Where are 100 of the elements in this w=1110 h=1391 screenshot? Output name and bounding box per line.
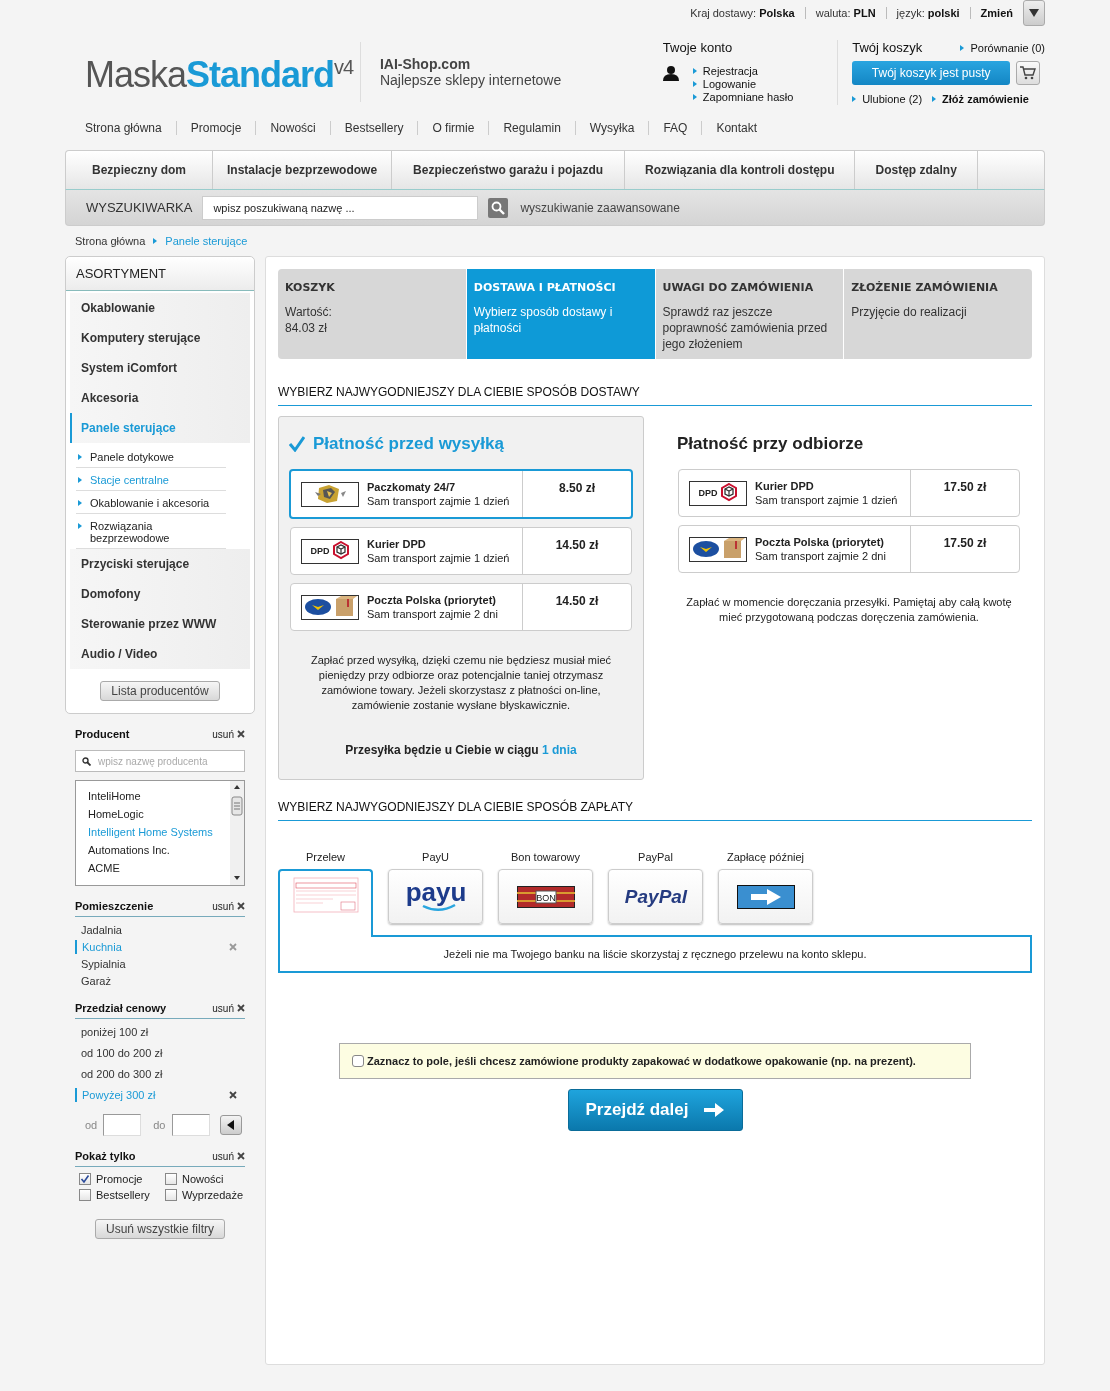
- scrollbar[interactable]: [230, 781, 244, 885]
- payment-tile[interactable]: BON: [498, 869, 593, 924]
- section-heading: WYBIERZ NAJWYGODNIEJSZY DLA CIEBIE SPOSÓB DOSTAWY: [278, 385, 1032, 406]
- cart-icon-button[interactable]: [1016, 61, 1041, 85]
- logo-text: DPD: [698, 488, 718, 498]
- filter-option[interactable]: poniżej 100 zł: [75, 1025, 245, 1039]
- step-title: DOSTAWA I PŁATNOŚCI: [473, 281, 617, 294]
- category-item[interactable]: Przyciski sterujące: [70, 549, 250, 579]
- clear-icon[interactable]: [229, 1091, 237, 1099]
- cart-title: Twój koszyk: [852, 40, 923, 55]
- category-item[interactable]: Domofony: [70, 579, 250, 609]
- group-note: Zapłać przed wysyłką, dzięki czemu nie będziesz musiał mieć pieniędzy przy odbiorze oraz potencjalnie taniej otrzymasz zamówione towary. Jeżeli skorzystasz z płatności on-line, zamówienie zostanie wysłane błyskawicznie.: [309, 653, 613, 713]
- option-time: Sam transport zajmie 2 dni: [755, 550, 886, 562]
- price-from-field[interactable]: [103, 1114, 142, 1136]
- close-icon[interactable]: [237, 902, 245, 910]
- tagline-title: IAI-Shop.com: [379, 56, 472, 72]
- clear-filters-button[interactable]: Usuń wszystkie filtry: [95, 1219, 225, 1239]
- filter-option[interactable]: Sypialnia: [75, 957, 245, 971]
- account-link[interactable]: Logowanie: [692, 78, 794, 90]
- menu-link[interactable]: FAQ: [648, 121, 702, 135]
- payment-tile[interactable]: payu: [388, 869, 483, 924]
- checkbox-label: Bestsellery: [96, 1189, 150, 1201]
- category-item[interactable]: System iComfort: [70, 353, 250, 383]
- producers-button[interactable]: Lista producentów: [100, 681, 220, 701]
- checkbox-label: Promocje: [96, 1173, 143, 1185]
- subcategory-item[interactable]: Okablowanie i akcesoria: [76, 491, 226, 514]
- category-item[interactable]: Okablowanie: [70, 293, 250, 323]
- menu-link[interactable]: Regulamin: [488, 121, 575, 135]
- compare-link[interactable]: Porównanie (0): [960, 41, 1045, 54]
- breadcrumb-link[interactable]: Strona główna: [75, 235, 146, 247]
- remove-link[interactable]: usuń: [212, 900, 245, 912]
- filter-title: Producent: [75, 728, 130, 740]
- category-tab[interactable]: Dostęp zdalny: [855, 151, 978, 189]
- menu-link[interactable]: O firmie: [417, 121, 489, 135]
- account-link[interactable]: Zapomniane hasło: [692, 91, 794, 103]
- producer-search-field[interactable]: wpisz nazwę producenta: [75, 750, 245, 772]
- producer-item[interactable]: Automations Inc.: [88, 843, 230, 858]
- search-label: WYSZUKIWARKA: [86, 200, 193, 215]
- category-item[interactable]: Sterowanie przez WWW: [70, 609, 250, 639]
- producer-item[interactable]: ACME: [88, 861, 230, 876]
- checkbox[interactable]: [165, 1173, 177, 1185]
- category-tab[interactable]: Instalacje bezprzewodowe: [213, 151, 393, 189]
- filter-option[interactable]: od 200 do 300 zł: [75, 1067, 245, 1081]
- step-title: ZŁOŻENIE ZAMÓWIENIA: [851, 281, 999, 294]
- category-tab[interactable]: Bezpieczeństwo garażu i pojazdu: [392, 151, 626, 189]
- payment-label: Przelew: [305, 851, 346, 863]
- shipping-option[interactable]: Paczkomaty 24/7 Sam transport zajmie 1 dzień 8.50 zł: [289, 469, 633, 519]
- next-button[interactable]: Przejdź dalej: [567, 1089, 743, 1131]
- group-note: Zapłać w momencie doręczania przesyłki. Pamiętaj aby całą kwotę mieć przygotowaną podczas doręczenia zamówienia.: [685, 595, 1013, 625]
- parcel-locker-icon: [313, 484, 347, 504]
- menu-link[interactable]: Wysyłka: [574, 121, 649, 135]
- account-link[interactable]: Rejestracja: [692, 65, 794, 77]
- cart-link[interactable]: Ulubione (2): [852, 93, 923, 105]
- payment-tile[interactable]: PayPal: [608, 869, 703, 924]
- category-item[interactable]: Komputery sterujące: [70, 323, 250, 353]
- dropdown-button[interactable]: [1023, 0, 1045, 26]
- producer-item[interactable]: InteliHome: [88, 789, 230, 804]
- subcategory-item[interactable]: Panele dotykowe: [76, 445, 226, 468]
- checkbox[interactable]: [352, 1055, 364, 1067]
- category-item[interactable]: Audio / Video: [70, 639, 250, 669]
- close-icon[interactable]: [237, 1004, 245, 1012]
- filter-option[interactable]: od 100 do 200 zł: [75, 1046, 245, 1060]
- menu-link[interactable]: Bestsellery: [329, 121, 418, 135]
- remove-link[interactable]: usuń: [212, 728, 245, 740]
- apply-button[interactable]: [219, 1115, 242, 1135]
- shipping-option[interactable]: Poczta Polska (priorytet) Sam transport zajmie 2 dni 17.50 zł: [678, 525, 1020, 573]
- category-tab[interactable]: Rozwiązania dla kontroli dostępu: [625, 151, 856, 189]
- payment-tile[interactable]: [278, 869, 373, 937]
- remove-link[interactable]: usuń: [212, 1002, 245, 1014]
- checkbox[interactable]: [79, 1173, 91, 1185]
- close-icon[interactable]: [237, 730, 245, 738]
- menu-link[interactable]: Promocje: [175, 121, 256, 135]
- payment-tile[interactable]: [718, 869, 813, 924]
- advanced-search-link[interactable]: wyszukiwanie zaawansowane: [520, 200, 680, 215]
- remove-link[interactable]: usuń: [212, 1150, 245, 1162]
- option-price: 8.50 zł: [558, 480, 596, 497]
- category-item[interactable]: Akcesoria: [70, 383, 250, 413]
- category-tab[interactable]: Bezpieczny dom: [66, 151, 214, 189]
- shipping-option[interactable]: DPD Kurier DPD Sam transport zajmie 1 dzień 14.50 zł: [290, 527, 632, 575]
- cart-link[interactable]: Złóż zamówienie: [932, 93, 1029, 105]
- checkbox[interactable]: [165, 1189, 177, 1201]
- menu-link[interactable]: Kontakt: [701, 121, 772, 135]
- option-label: poniżej 100 zł: [81, 1026, 149, 1038]
- search-button[interactable]: [488, 197, 509, 218]
- close-icon[interactable]: [237, 1152, 245, 1160]
- price-to-field[interactable]: [171, 1114, 210, 1136]
- shipping-option[interactable]: Poczta Polska (priorytet) Sam transport zajmie 2 dni 14.50 zł: [290, 583, 632, 631]
- option-label: Garaż: [81, 975, 111, 987]
- checkbox[interactable]: [79, 1189, 91, 1201]
- producer-item[interactable]: HomeLogic: [88, 807, 230, 822]
- checkbox-label: Zaznacz to pole, jeśli chcesz zamówione produkty zapakować w dodatkowe opakowanie (np. na prezent).: [367, 1055, 916, 1067]
- delivery-time-text: Przesyłka będzie u Ciebie w ciągu 1 dnia: [344, 743, 578, 757]
- change-link[interactable]: Zmień: [970, 7, 1023, 19]
- menu-link[interactable]: Nowości: [255, 121, 330, 135]
- option-time: Sam transport zajmie 1 dzień: [755, 494, 898, 506]
- menu-link[interactable]: Strona główna: [75, 121, 176, 135]
- filter-option[interactable]: Jadalnia: [75, 923, 245, 937]
- search-field[interactable]: wpisz poszukiwaną nazwę ...: [202, 195, 479, 220]
- shipping-option[interactable]: DPD Kurier DPD Sam transport zajmie 1 dzień 17.50 zł: [678, 469, 1020, 517]
- filter-option[interactable]: Garaż: [75, 974, 245, 988]
